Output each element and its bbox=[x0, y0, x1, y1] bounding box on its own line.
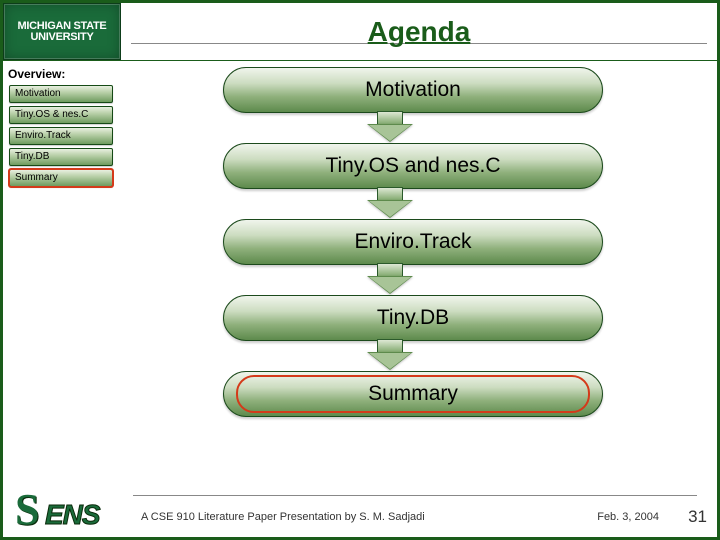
footer-credits: A CSE 910 Literature Paper Presentation … bbox=[141, 511, 425, 523]
stage-label: Tiny.DB bbox=[377, 306, 449, 330]
page-number: 31 bbox=[688, 507, 707, 527]
arrow-down-icon bbox=[390, 265, 436, 295]
stage-label: Tiny.OS and nes.C bbox=[325, 154, 500, 178]
stage-envirotrack: Enviro.Track bbox=[223, 219, 603, 265]
overview-heading: Overview: bbox=[8, 67, 116, 81]
title-area: Agenda bbox=[121, 3, 717, 60]
nav-label: Summary bbox=[15, 172, 58, 183]
stage-label: Summary bbox=[368, 382, 458, 406]
arrow-down-icon bbox=[390, 189, 436, 219]
sens-logo-text: ENS bbox=[45, 499, 100, 531]
logo-line-2: UNIVERSITY bbox=[30, 32, 93, 43]
arrow-down-icon bbox=[390, 113, 436, 143]
nav-label: Enviro.Track bbox=[15, 130, 71, 141]
sens-logo-s: S bbox=[15, 484, 39, 535]
slide-header: MICHIGAN STATE UNIVERSITY Agenda bbox=[3, 3, 717, 61]
stage-label: Motivation bbox=[365, 78, 461, 102]
slide-title: Agenda bbox=[364, 16, 475, 48]
msu-logo: MICHIGAN STATE UNIVERSITY bbox=[3, 3, 121, 60]
nav-item-motivation[interactable]: Motivation bbox=[9, 85, 113, 103]
logo-line-1: MICHIGAN STATE bbox=[18, 21, 107, 32]
stage-summary: Summary bbox=[223, 371, 603, 417]
stage-tinyos: Tiny.OS and nes.C bbox=[223, 143, 603, 189]
sidebar-nav: Overview: Motivation Tiny.OS & nes.C Env… bbox=[6, 65, 116, 190]
nav-label: Tiny.OS & nes.C bbox=[15, 109, 88, 120]
slide-footer: S ENS A CSE 910 Literature Paper Present… bbox=[3, 489, 717, 537]
stage-tinydb: Tiny.DB bbox=[223, 295, 603, 341]
footer-date: Feb. 3, 2004 bbox=[597, 511, 659, 523]
sens-logo: S ENS bbox=[9, 489, 127, 535]
nav-item-summary[interactable]: Summary bbox=[9, 169, 113, 187]
nav-item-tinyos[interactable]: Tiny.OS & nes.C bbox=[9, 106, 113, 124]
nav-item-tinydb[interactable]: Tiny.DB bbox=[9, 148, 113, 166]
agenda-flow: Motivation Tiny.OS and nes.C Enviro.Trac… bbox=[163, 67, 663, 417]
arrow-down-icon bbox=[390, 341, 436, 371]
footer-rule bbox=[133, 495, 697, 496]
nav-item-envirotrack[interactable]: Enviro.Track bbox=[9, 127, 113, 145]
nav-label: Tiny.DB bbox=[15, 151, 49, 162]
nav-label: Motivation bbox=[15, 88, 61, 99]
stage-label: Enviro.Track bbox=[354, 230, 471, 254]
stage-motivation: Motivation bbox=[223, 67, 603, 113]
